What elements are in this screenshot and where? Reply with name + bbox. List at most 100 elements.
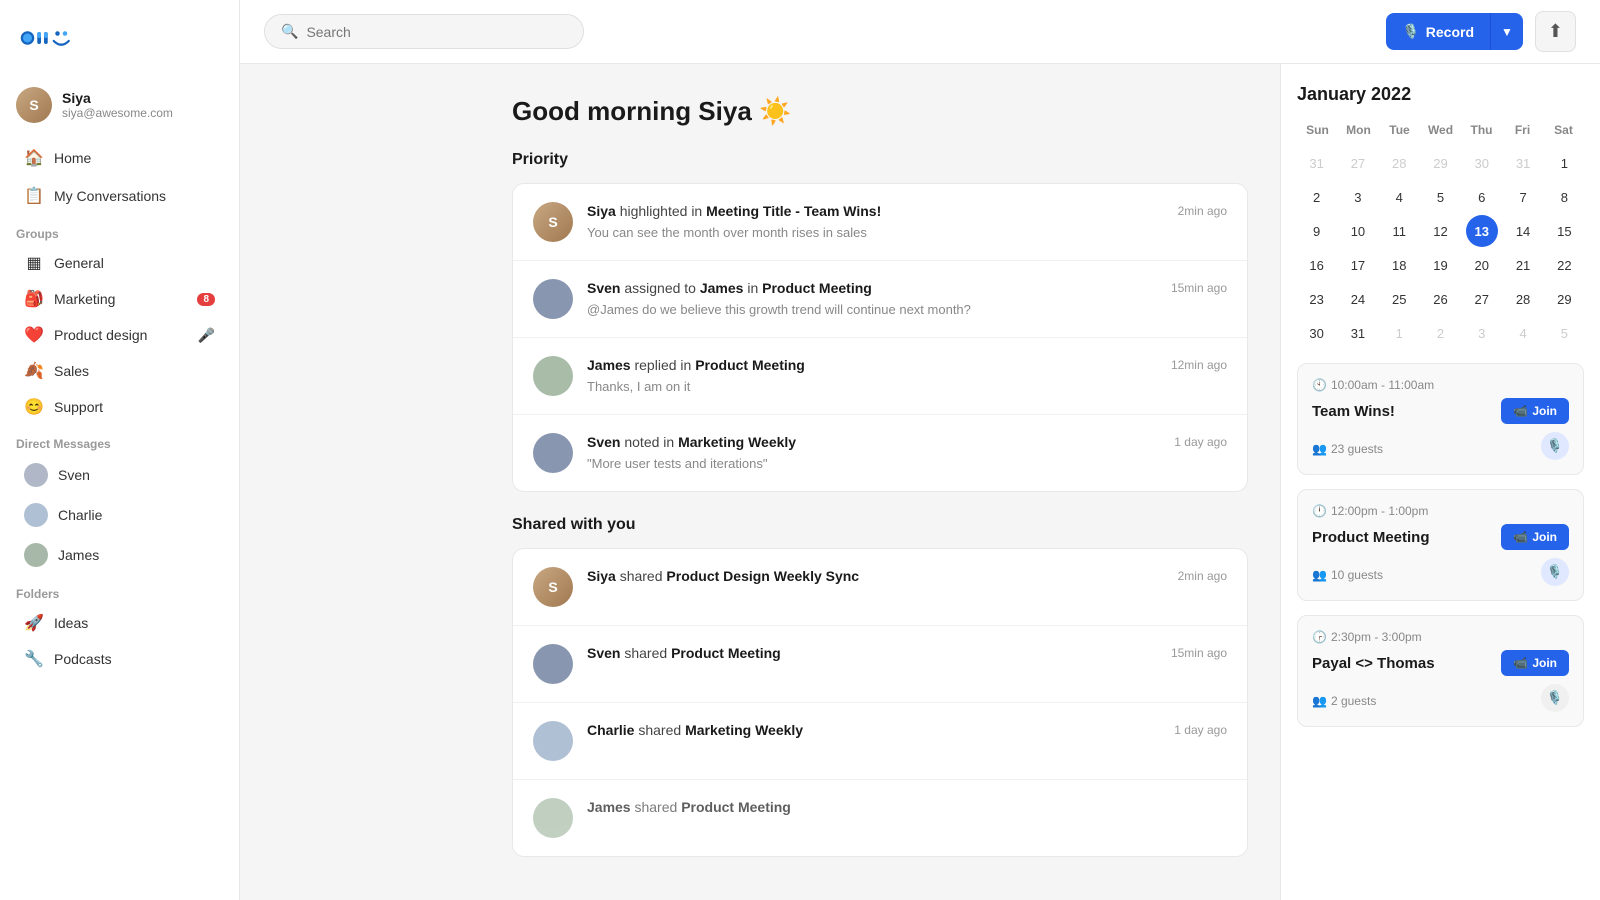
sidebar-item-my-conversations[interactable]: 📋 My Conversations — [8, 178, 231, 214]
cal-cell-8[interactable]: 8 — [1548, 181, 1580, 213]
sidebar-dm-james[interactable]: James — [8, 536, 231, 574]
target-2: Product Meeting — [762, 280, 872, 296]
event-card-2: 🕛 12:00pm - 1:00pm Product Meeting 📹 Joi… — [1297, 489, 1584, 601]
activity-main-1: Siya highlighted in Meeting Title - Team… — [587, 202, 1152, 222]
search-input[interactable] — [306, 24, 567, 40]
event-mic-avatar-2[interactable]: 🎙️ — [1541, 558, 1569, 586]
event-header-3: Payal <> Thomas 📹 Join — [1312, 650, 1569, 676]
actor-1: Siya — [587, 203, 616, 219]
upload-button[interactable]: ⬆ — [1535, 11, 1576, 52]
marketing-label: Marketing — [54, 291, 115, 307]
cal-cell-31[interactable]: 31 — [1342, 317, 1374, 349]
sidebar-item-home[interactable]: 🏠 Home — [8, 140, 231, 176]
cal-cell-28[interactable]: 28 — [1507, 283, 1539, 315]
cal-cell-1[interactable]: 1 — [1548, 147, 1580, 179]
sidebar-dm-sven[interactable]: Sven — [8, 456, 231, 494]
cal-cell-20[interactable]: 20 — [1466, 249, 1498, 281]
cal-cell-4[interactable]: 4 — [1507, 317, 1539, 349]
shared-main-2: Sven shared Product Meeting — [587, 644, 1145, 664]
sidebar-item-general[interactable]: ▦ General — [8, 246, 231, 280]
activity-text-4: Sven noted in Marketing Weekly "More use… — [587, 433, 1148, 471]
priority-item-1[interactable]: S Siya highlighted in Meeting Title - Te… — [513, 184, 1247, 261]
cal-cell-27[interactable]: 27 — [1342, 147, 1374, 179]
cal-cell-26[interactable]: 26 — [1424, 283, 1456, 315]
shared-item-2[interactable]: Sven shared Product Meeting 15min ago — [513, 626, 1247, 703]
cal-cell-30[interactable]: 30 — [1466, 147, 1498, 179]
join-button-1[interactable]: 📹 Join — [1501, 398, 1569, 424]
cal-cell-13[interactable]: 13 — [1466, 215, 1498, 247]
marketing-badge: 8 — [197, 293, 215, 306]
sidebar-item-conversations-label: My Conversations — [54, 188, 166, 204]
sales-label: Sales — [54, 363, 89, 379]
cal-cell-17[interactable]: 17 — [1342, 249, 1374, 281]
sidebar-item-support[interactable]: 😊 Support — [8, 390, 231, 424]
priority-card: S Siya highlighted in Meeting Title - Te… — [512, 183, 1248, 492]
activity-time-3: 12min ago — [1171, 356, 1227, 372]
cal-cell-21[interactable]: 21 — [1507, 249, 1539, 281]
cal-cell-23[interactable]: 23 — [1301, 283, 1333, 315]
cal-cell-31[interactable]: 31 — [1301, 147, 1333, 179]
priority-item-3[interactable]: James replied in Product Meeting Thanks,… — [513, 338, 1247, 415]
join-button-2[interactable]: 📹 Join — [1501, 524, 1569, 550]
cal-cell-3[interactable]: 3 — [1342, 181, 1374, 213]
guests-icon-3: 👥 — [1312, 694, 1327, 708]
calendar-grid: 3127282930311234567891011121314151617181… — [1297, 147, 1584, 349]
podcasts-icon: 🔧 — [24, 649, 44, 669]
cal-cell-5[interactable]: 5 — [1548, 317, 1580, 349]
cal-cell-24[interactable]: 24 — [1342, 283, 1374, 315]
cal-cell-10[interactable]: 10 — [1342, 215, 1374, 247]
join-button-3[interactable]: 📹 Join — [1501, 650, 1569, 676]
cal-cell-31[interactable]: 31 — [1507, 147, 1539, 179]
cal-cell-18[interactable]: 18 — [1383, 249, 1415, 281]
sidebar-item-marketing[interactable]: 🎒 Marketing 8 — [8, 282, 231, 316]
conversations-icon: 📋 — [24, 186, 44, 206]
record-button[interactable]: 🎙️ Record — [1386, 13, 1490, 50]
target-3: Product Meeting — [695, 357, 805, 373]
sidebar-dm-charlie[interactable]: Charlie — [8, 496, 231, 534]
video-icon-2: 📹 — [1513, 530, 1528, 544]
join-label-1: Join — [1532, 404, 1557, 418]
cal-cell-4[interactable]: 4 — [1383, 181, 1415, 213]
sidebar-folder-ideas[interactable]: 🚀 Ideas — [8, 606, 231, 640]
record-dropdown-button[interactable]: ▼ — [1490, 13, 1523, 50]
cal-cell-30[interactable]: 30 — [1301, 317, 1333, 349]
search-bar[interactable]: 🔍 — [264, 14, 584, 49]
priority-item-2[interactable]: Sven assigned to James in Product Meetin… — [513, 261, 1247, 338]
priority-item-4[interactable]: Sven noted in Marketing Weekly "More use… — [513, 415, 1247, 491]
cal-cell-16[interactable]: 16 — [1301, 249, 1333, 281]
cal-cell-2[interactable]: 2 — [1424, 317, 1456, 349]
cal-cell-12[interactable]: 12 — [1424, 215, 1456, 247]
event-header-1: Team Wins! 📹 Join — [1312, 398, 1569, 424]
cal-cell-19[interactable]: 19 — [1424, 249, 1456, 281]
shared-card: S Siya shared Product Design Weekly Sync… — [512, 548, 1248, 857]
cal-cell-28[interactable]: 28 — [1383, 147, 1415, 179]
shared-time-2: 15min ago — [1171, 644, 1227, 660]
shared-item-3[interactable]: Charlie shared Marketing Weekly 1 day ag… — [513, 703, 1247, 780]
cal-cell-29[interactable]: 29 — [1424, 147, 1456, 179]
cal-cell-3[interactable]: 3 — [1466, 317, 1498, 349]
user-profile[interactable]: S Siya siya@awesome.com — [0, 77, 239, 139]
cal-cell-7[interactable]: 7 — [1507, 181, 1539, 213]
cal-cell-29[interactable]: 29 — [1548, 283, 1580, 315]
cal-cell-2[interactable]: 2 — [1301, 181, 1333, 213]
cal-cell-14[interactable]: 14 — [1507, 215, 1539, 247]
cal-cell-1[interactable]: 1 — [1383, 317, 1415, 349]
sidebar-folder-podcasts[interactable]: 🔧 Podcasts — [8, 642, 231, 676]
ideas-icon: 🚀 — [24, 613, 44, 633]
activity-text-3: James replied in Product Meeting Thanks,… — [587, 356, 1145, 394]
cal-cell-27[interactable]: 27 — [1466, 283, 1498, 315]
cal-cell-11[interactable]: 11 — [1383, 215, 1415, 247]
cal-cell-15[interactable]: 15 — [1548, 215, 1580, 247]
event-mic-avatar-1[interactable]: 🎙️ — [1541, 432, 1569, 460]
shared-item-4[interactable]: James shared Product Meeting — [513, 780, 1247, 856]
sidebar-item-sales[interactable]: 🍂 Sales — [8, 354, 231, 388]
cal-cell-6[interactable]: 6 — [1466, 181, 1498, 213]
cal-cell-9[interactable]: 9 — [1301, 215, 1333, 247]
cal-cell-22[interactable]: 22 — [1548, 249, 1580, 281]
podcasts-label: Podcasts — [54, 651, 112, 667]
shared-item-1[interactable]: S Siya shared Product Design Weekly Sync… — [513, 549, 1247, 626]
event-mic-avatar-3[interactable]: 🎙️ — [1541, 684, 1569, 712]
sidebar-item-product-design[interactable]: ❤️ Product design 🎤 — [8, 318, 231, 352]
cal-cell-25[interactable]: 25 — [1383, 283, 1415, 315]
cal-cell-5[interactable]: 5 — [1424, 181, 1456, 213]
